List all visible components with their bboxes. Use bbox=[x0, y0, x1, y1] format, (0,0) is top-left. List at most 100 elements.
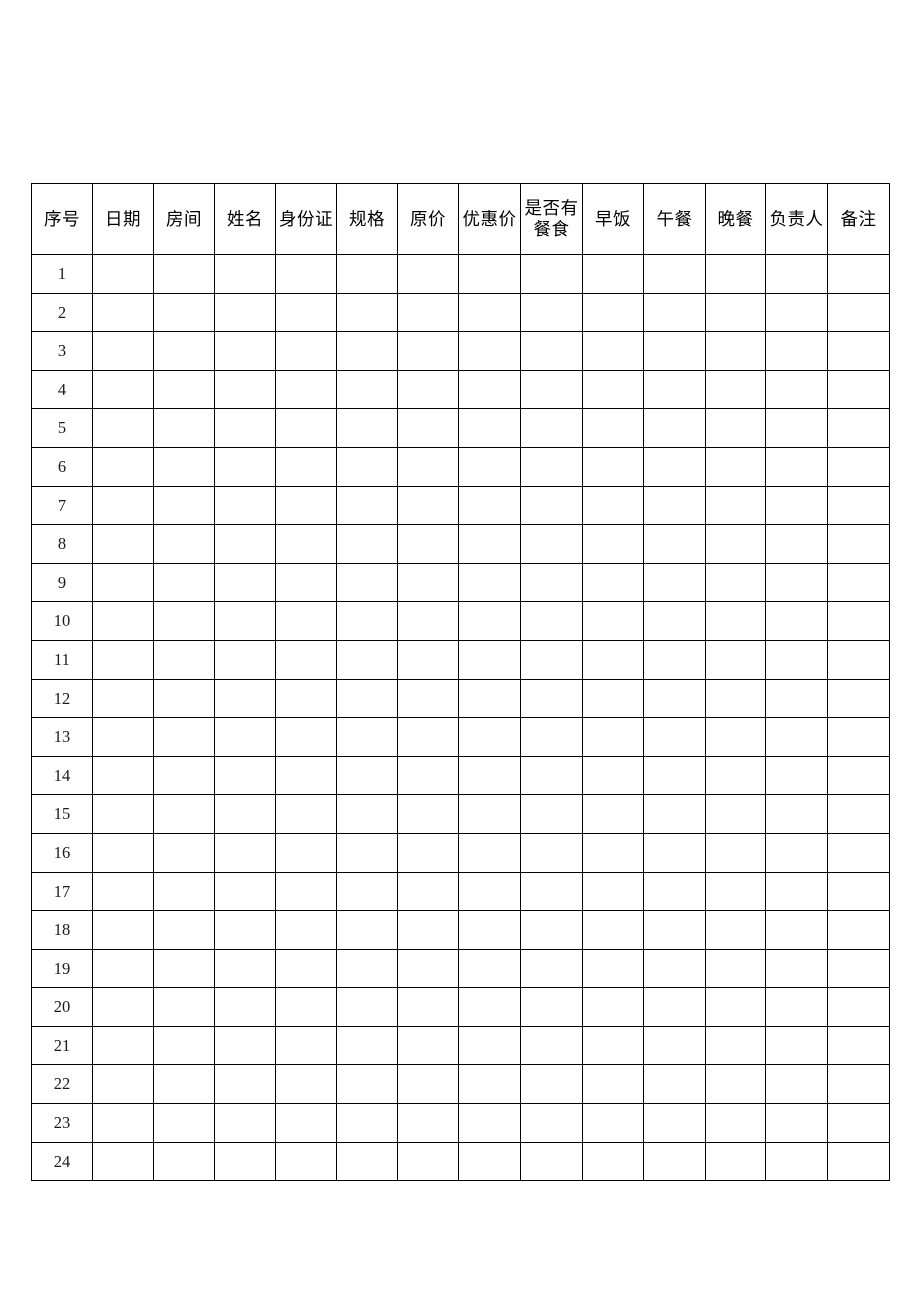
table-cell[interactable] bbox=[643, 369, 706, 410]
table-cell[interactable] bbox=[92, 678, 154, 719]
table-cell[interactable] bbox=[336, 1141, 398, 1182]
table-cell[interactable] bbox=[458, 485, 521, 526]
table-cell[interactable] bbox=[705, 292, 766, 333]
table-cell[interactable] bbox=[397, 987, 459, 1027]
table-cell[interactable] bbox=[827, 794, 890, 834]
table-cell[interactable] bbox=[582, 832, 644, 873]
table-cell[interactable] bbox=[397, 871, 459, 912]
table-cell[interactable] bbox=[520, 524, 583, 564]
table-cell[interactable] bbox=[336, 292, 398, 333]
table-cell[interactable] bbox=[643, 987, 706, 1027]
table-cell[interactable] bbox=[582, 794, 644, 834]
table-cell[interactable] bbox=[765, 794, 828, 834]
table-cell[interactable] bbox=[214, 987, 276, 1027]
table-cell[interactable] bbox=[520, 1064, 583, 1105]
table-cell[interactable] bbox=[214, 254, 276, 294]
table-cell[interactable] bbox=[275, 794, 337, 834]
table-cell[interactable] bbox=[153, 601, 215, 641]
table-cell[interactable] bbox=[705, 717, 766, 757]
table-cell[interactable] bbox=[827, 948, 890, 989]
table-cell[interactable] bbox=[582, 948, 644, 989]
table-cell[interactable] bbox=[765, 948, 828, 989]
table-cell[interactable] bbox=[520, 254, 583, 294]
table-cell[interactable] bbox=[520, 1103, 583, 1143]
table-cell[interactable] bbox=[705, 948, 766, 989]
table-cell[interactable] bbox=[214, 292, 276, 333]
table-cell[interactable] bbox=[458, 948, 521, 989]
table-cell[interactable] bbox=[582, 331, 644, 371]
table-cell[interactable] bbox=[643, 331, 706, 371]
table-cell[interactable] bbox=[827, 987, 890, 1027]
table-cell[interactable] bbox=[214, 1103, 276, 1143]
table-cell[interactable] bbox=[765, 485, 828, 526]
table-cell[interactable] bbox=[643, 948, 706, 989]
table-cell[interactable] bbox=[582, 910, 644, 950]
table-cell[interactable] bbox=[582, 524, 644, 564]
table-cell[interactable] bbox=[153, 755, 215, 796]
table-cell[interactable] bbox=[275, 485, 337, 526]
table-cell[interactable] bbox=[92, 292, 154, 333]
table-cell[interactable] bbox=[765, 562, 828, 603]
table-cell[interactable] bbox=[458, 987, 521, 1027]
table-cell[interactable] bbox=[92, 1025, 154, 1066]
table-cell[interactable] bbox=[397, 1141, 459, 1182]
table-cell[interactable] bbox=[214, 1064, 276, 1105]
table-cell[interactable] bbox=[458, 910, 521, 950]
table-cell[interactable] bbox=[458, 717, 521, 757]
table-cell[interactable] bbox=[275, 1141, 337, 1182]
table-cell[interactable] bbox=[275, 446, 337, 487]
table-cell[interactable] bbox=[275, 601, 337, 641]
table-cell[interactable] bbox=[336, 987, 398, 1027]
table-cell[interactable] bbox=[643, 1064, 706, 1105]
table-cell[interactable] bbox=[153, 1141, 215, 1182]
table-cell[interactable] bbox=[520, 369, 583, 410]
table-cell[interactable] bbox=[336, 524, 398, 564]
table-cell[interactable] bbox=[397, 948, 459, 989]
table-cell[interactable] bbox=[153, 408, 215, 448]
table-cell[interactable] bbox=[643, 910, 706, 950]
table-cell[interactable] bbox=[458, 755, 521, 796]
table-cell[interactable] bbox=[397, 408, 459, 448]
table-cell[interactable] bbox=[275, 678, 337, 719]
table-cell[interactable] bbox=[582, 446, 644, 487]
table-cell[interactable] bbox=[153, 369, 215, 410]
table-cell[interactable] bbox=[214, 948, 276, 989]
table-cell[interactable] bbox=[397, 369, 459, 410]
table-cell[interactable] bbox=[153, 910, 215, 950]
table-cell[interactable] bbox=[765, 1103, 828, 1143]
table-cell[interactable] bbox=[643, 485, 706, 526]
table-cell[interactable] bbox=[214, 1141, 276, 1182]
table-cell[interactable] bbox=[458, 369, 521, 410]
table-cell[interactable] bbox=[458, 1025, 521, 1066]
table-cell[interactable] bbox=[705, 485, 766, 526]
table-cell[interactable] bbox=[520, 832, 583, 873]
table-cell[interactable] bbox=[336, 601, 398, 641]
table-cell[interactable] bbox=[705, 794, 766, 834]
table-cell[interactable] bbox=[827, 331, 890, 371]
table-cell[interactable] bbox=[153, 1064, 215, 1105]
table-cell[interactable] bbox=[827, 1064, 890, 1105]
table-cell[interactable] bbox=[458, 446, 521, 487]
table-cell[interactable] bbox=[582, 871, 644, 912]
table-cell[interactable] bbox=[458, 1064, 521, 1105]
table-cell[interactable] bbox=[153, 832, 215, 873]
table-cell[interactable] bbox=[397, 1103, 459, 1143]
table-cell[interactable] bbox=[520, 1025, 583, 1066]
table-cell[interactable] bbox=[275, 717, 337, 757]
table-cell[interactable] bbox=[643, 601, 706, 641]
table-cell[interactable] bbox=[92, 601, 154, 641]
table-cell[interactable] bbox=[827, 601, 890, 641]
table-cell[interactable] bbox=[458, 871, 521, 912]
table-cell[interactable] bbox=[458, 794, 521, 834]
table-cell[interactable] bbox=[705, 524, 766, 564]
table-cell[interactable] bbox=[214, 717, 276, 757]
table-cell[interactable] bbox=[458, 292, 521, 333]
table-cell[interactable] bbox=[705, 755, 766, 796]
table-cell[interactable] bbox=[153, 794, 215, 834]
table-cell[interactable] bbox=[520, 794, 583, 834]
table-cell[interactable] bbox=[92, 331, 154, 371]
table-cell[interactable] bbox=[336, 369, 398, 410]
table-cell[interactable] bbox=[520, 948, 583, 989]
table-cell[interactable] bbox=[275, 254, 337, 294]
table-cell[interactable] bbox=[397, 524, 459, 564]
